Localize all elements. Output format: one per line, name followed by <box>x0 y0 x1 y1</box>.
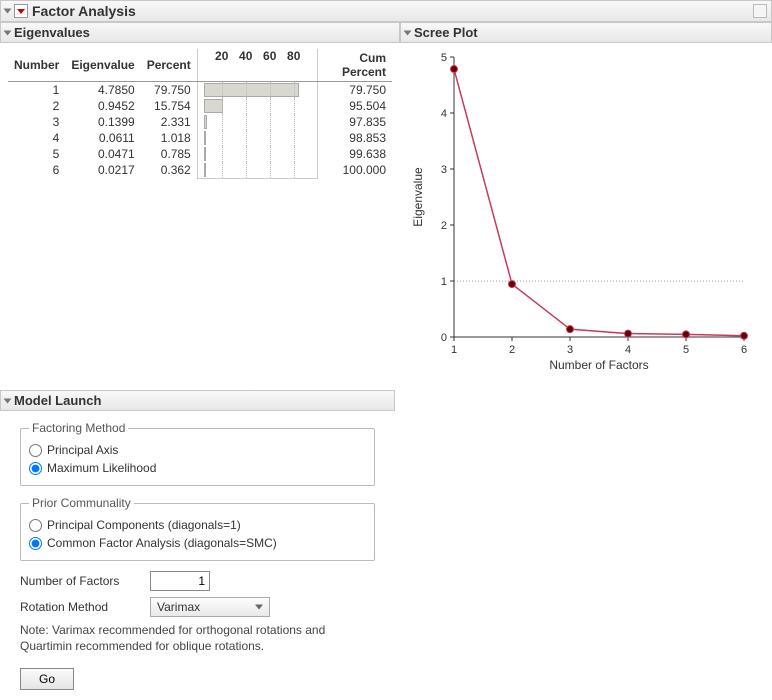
cell-number: 4 <box>8 130 65 146</box>
col-percent: Percent <box>141 49 198 82</box>
svg-text:3: 3 <box>567 344 573 356</box>
maximum-likelihood-label: Maximum Likelihood <box>47 461 156 475</box>
principal-components-radio[interactable] <box>29 519 42 532</box>
maximum-likelihood-radio[interactable] <box>29 462 42 475</box>
svg-text:Number of Factors: Number of Factors <box>549 358 648 372</box>
help-icon[interactable] <box>753 4 767 18</box>
factoring-legend: Factoring Method <box>29 421 128 435</box>
cell-percent: 0.362 <box>141 162 198 179</box>
cell-percent: 79.750 <box>141 82 198 99</box>
menu-button-icon[interactable] <box>14 4 28 18</box>
col-number: Number <box>8 49 65 82</box>
cell-cum: 98.853 <box>317 130 392 146</box>
disclosure-icon[interactable] <box>4 9 12 14</box>
go-button[interactable]: Go <box>20 668 74 690</box>
cell-bar <box>197 162 317 179</box>
model-title: Model Launch <box>14 393 101 408</box>
svg-text:4: 4 <box>625 344 631 356</box>
cell-eigen: 0.0471 <box>65 146 140 162</box>
cell-percent: 15.754 <box>141 98 198 114</box>
scree-plot: 012345123456Number of FactorsEigenvalue <box>404 47 754 377</box>
cell-bar <box>197 98 317 114</box>
scree-title: Scree Plot <box>414 25 478 40</box>
eigenvalues-title: Eigenvalues <box>14 25 90 40</box>
eigenvalues-header: Eigenvalues <box>0 22 400 43</box>
principal-axis-radio[interactable] <box>29 444 42 457</box>
svg-text:5: 5 <box>683 344 689 356</box>
cell-number: 3 <box>8 114 65 130</box>
cell-number: 1 <box>8 82 65 99</box>
principal-axis-label: Principal Axis <box>47 443 118 457</box>
rotation-label: Rotation Method <box>20 600 150 614</box>
num-factors-label: Number of Factors <box>20 574 150 588</box>
svg-text:6: 6 <box>741 344 747 356</box>
cell-cum: 99.638 <box>317 146 392 162</box>
svg-text:Eigenvalue: Eigenvalue <box>411 167 425 227</box>
table-row: 30.13992.331 97.835 <box>8 114 392 130</box>
cell-eigen: 4.7850 <box>65 82 140 99</box>
main-title: Factor Analysis <box>32 3 136 19</box>
svg-text:2: 2 <box>441 220 447 232</box>
disclosure-icon[interactable] <box>4 30 12 35</box>
prior-legend: Prior Communality <box>29 496 134 510</box>
cell-eigen: 0.9452 <box>65 98 140 114</box>
cell-number: 5 <box>8 146 65 162</box>
svg-text:5: 5 <box>441 52 447 64</box>
cell-bar <box>197 82 317 99</box>
num-factors-input[interactable] <box>150 571 210 591</box>
cell-number: 6 <box>8 162 65 179</box>
cell-eigen: 0.0611 <box>65 130 140 146</box>
svg-text:4: 4 <box>441 108 447 120</box>
cell-cum: 79.750 <box>317 82 392 99</box>
cell-bar <box>197 146 317 162</box>
col-cum: Cum Percent <box>317 49 392 82</box>
svg-text:1: 1 <box>441 276 447 288</box>
rotation-select[interactable]: Varimax <box>150 597 270 617</box>
col-bar: 20 40 60 80 <box>197 49 317 82</box>
rotation-note: Note: Varimax recommended for orthogonal… <box>20 623 350 654</box>
eigenvalues-table: Number Eigenvalue Percent 20 40 60 80 Cu… <box>0 43 400 185</box>
svg-text:2: 2 <box>509 344 515 356</box>
table-row: 60.02170.362 100.000 <box>8 162 392 179</box>
disclosure-icon[interactable] <box>404 30 412 35</box>
cell-percent: 0.785 <box>141 146 198 162</box>
col-eigen: Eigenvalue <box>65 49 140 82</box>
table-row: 20.945215.754 95.504 <box>8 98 392 114</box>
main-header: Factor Analysis <box>0 0 772 22</box>
cell-cum: 97.835 <box>317 114 392 130</box>
factoring-method-group: Factoring Method Principal Axis Maximum … <box>20 421 375 486</box>
cell-cum: 100.000 <box>317 162 392 179</box>
cell-eigen: 0.0217 <box>65 162 140 179</box>
cell-cum: 95.504 <box>317 98 392 114</box>
table-row: 40.06111.018 98.853 <box>8 130 392 146</box>
cell-bar <box>197 130 317 146</box>
principal-components-label: Principal Components (diagonals=1) <box>47 518 241 532</box>
svg-text:3: 3 <box>441 164 447 176</box>
cell-percent: 1.018 <box>141 130 198 146</box>
disclosure-icon[interactable] <box>4 398 12 403</box>
prior-communality-group: Prior Communality Principal Components (… <box>20 496 375 561</box>
common-factor-radio[interactable] <box>29 537 42 550</box>
model-header: Model Launch <box>0 390 395 411</box>
svg-text:0: 0 <box>441 332 447 344</box>
table-row: 14.785079.75079.750 <box>8 82 392 99</box>
common-factor-label: Common Factor Analysis (diagonals=SMC) <box>47 536 277 550</box>
cell-percent: 2.331 <box>141 114 198 130</box>
table-row: 50.04710.785 99.638 <box>8 146 392 162</box>
cell-bar <box>197 114 317 130</box>
cell-eigen: 0.1399 <box>65 114 140 130</box>
svg-text:1: 1 <box>451 344 457 356</box>
rotation-value: Varimax <box>157 600 200 614</box>
scree-header: Scree Plot <box>400 22 772 43</box>
cell-number: 2 <box>8 98 65 114</box>
